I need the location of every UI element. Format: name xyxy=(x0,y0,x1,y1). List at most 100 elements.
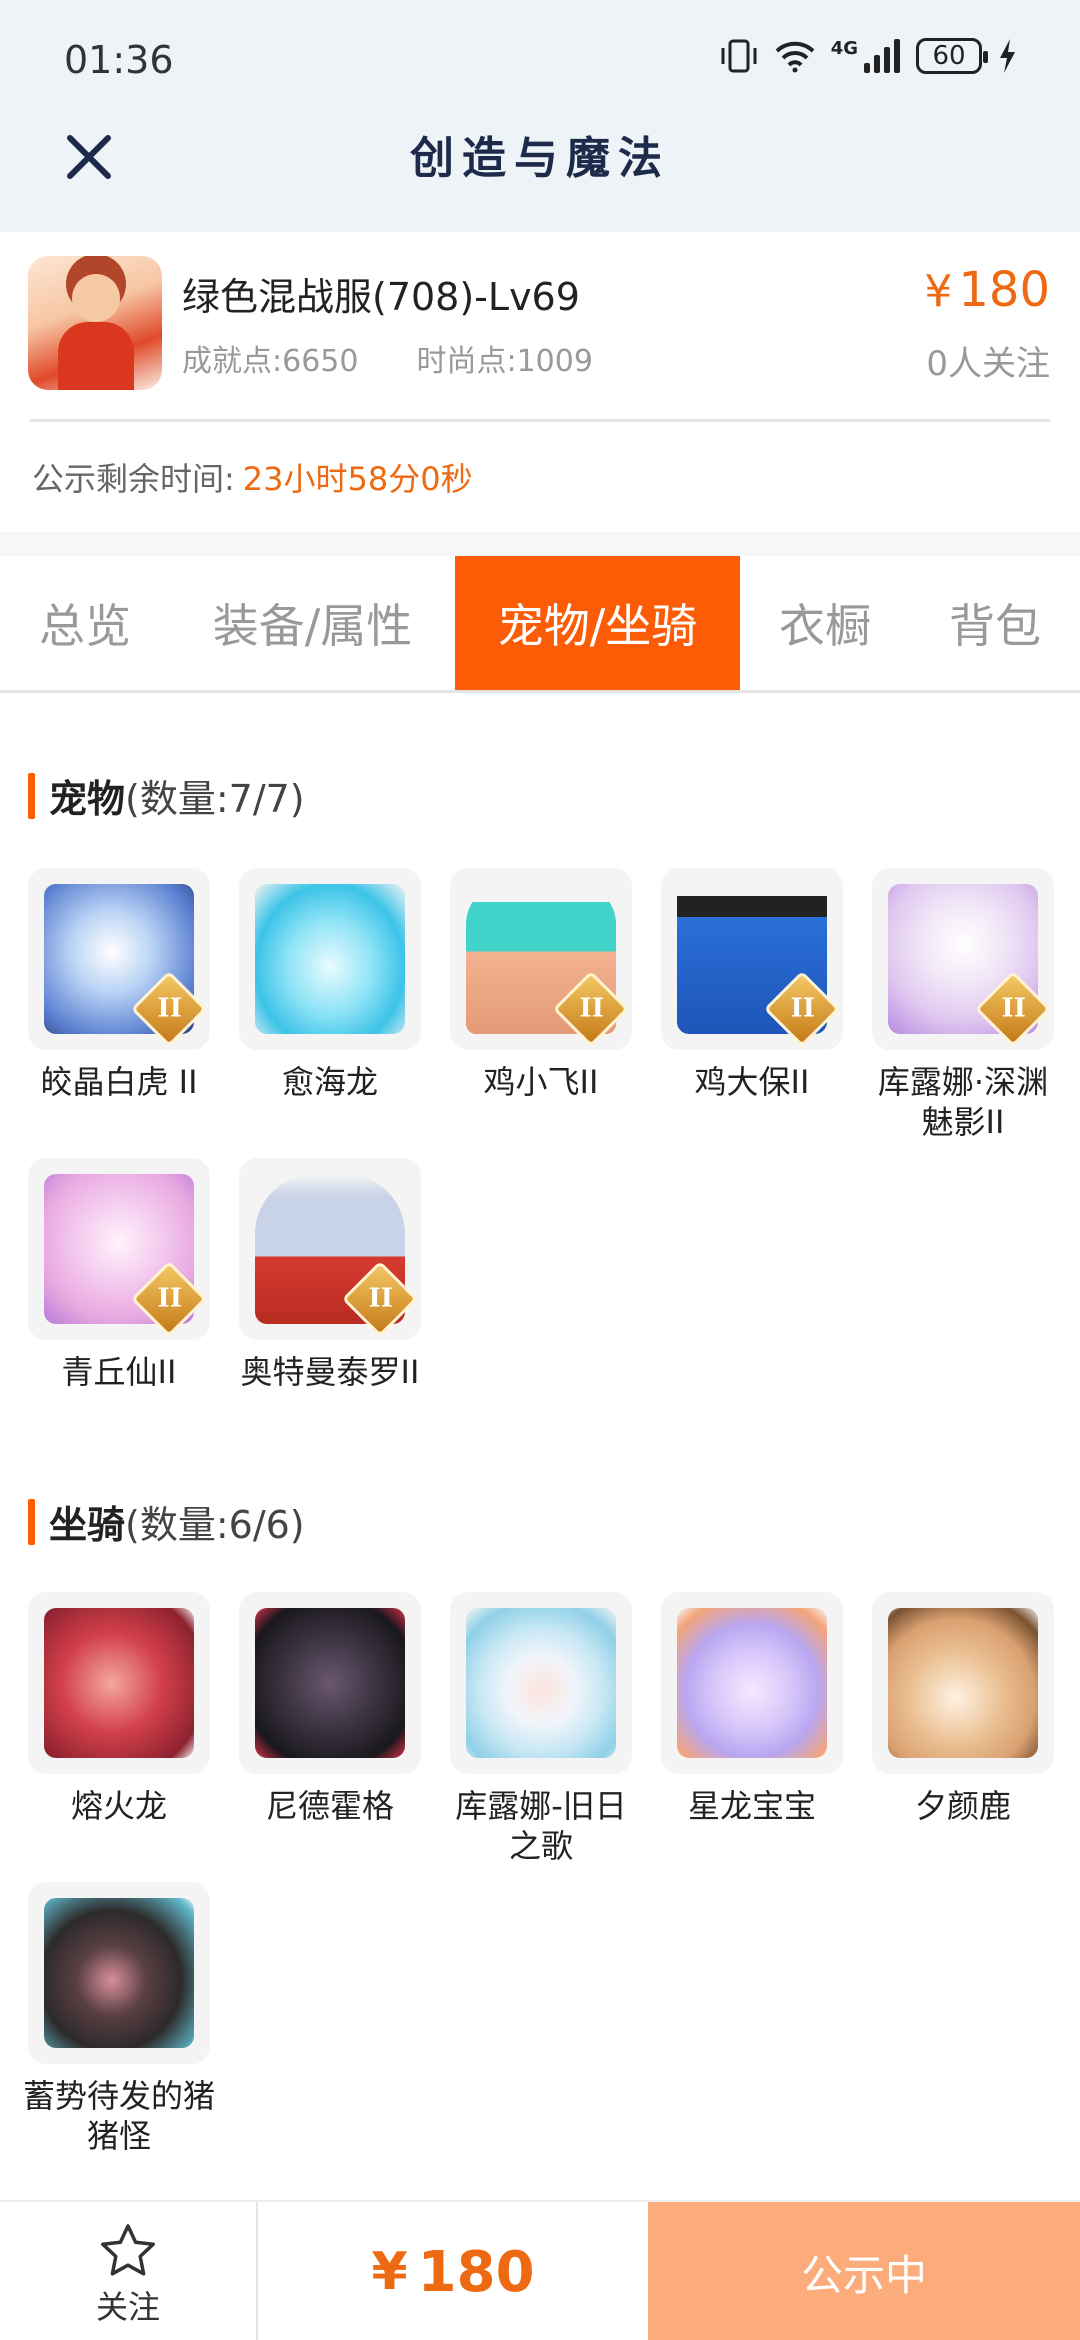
bottom-price: ¥180 xyxy=(258,2202,648,2340)
tab-label: 总览 xyxy=(39,599,131,653)
countdown: 公示剩余时间: 23小时58分0秒 xyxy=(32,454,473,500)
charging-icon xyxy=(1000,39,1015,73)
tab-equipment[interactable]: 装备/属性 xyxy=(170,556,455,690)
network-type: 4G xyxy=(830,38,858,59)
item-stats: 成就点:6650 时尚点:1009 xyxy=(182,336,593,380)
mount-thumbnail xyxy=(450,1592,632,1774)
pet-card[interactable]: II 鸡大保II xyxy=(661,868,843,1102)
mount-card[interactable]: 尼德霍格 xyxy=(239,1592,421,1826)
page-title: 创造与魔法 xyxy=(410,133,670,184)
countdown-value: 23小时58分0秒 xyxy=(242,460,473,498)
mount-card[interactable]: 星龙宝宝 xyxy=(661,1592,843,1826)
star-icon xyxy=(101,2224,155,2276)
pet-thumbnail: II xyxy=(450,868,632,1050)
pet-card[interactable]: II 鸡小飞II xyxy=(450,868,632,1102)
countdown-label: 公示剩余时间: xyxy=(32,460,235,498)
item-avatar xyxy=(28,256,162,390)
pet-card[interactable]: II 皎晶白虎 II xyxy=(28,868,210,1102)
pet-thumbnail: II xyxy=(872,868,1054,1050)
mount-name: 夕颜鹿 xyxy=(914,1787,1011,1825)
section-name: 坐骑 xyxy=(49,1503,126,1547)
tab-label: 衣橱 xyxy=(779,599,871,653)
status-time: 01:36 xyxy=(64,38,174,82)
currency-symbol: ¥ xyxy=(371,2242,408,2302)
achievement-points: 成就点:6650 xyxy=(182,344,359,379)
pet-thumbnail: II xyxy=(28,1158,210,1340)
tab-wardrobe[interactable]: 衣橱 xyxy=(740,556,910,690)
tab-bar: 总览 装备/属性 宠物/坐骑 衣橱 背包 xyxy=(0,556,1080,693)
mount-thumbnail xyxy=(872,1592,1054,1774)
pet-name: 愈海龙 xyxy=(281,1063,378,1101)
mount-card[interactable]: 库露娜-旧日之歌 xyxy=(450,1592,632,1866)
pet-card[interactable]: II 奥特曼泰罗II xyxy=(239,1158,421,1392)
mount-card[interactable]: 蓄势待发的猪猪怪 xyxy=(23,1882,215,2156)
mount-card[interactable]: 夕颜鹿 xyxy=(872,1592,1054,1826)
pet-thumbnail xyxy=(239,868,421,1050)
pet-card[interactable]: 愈海龙 xyxy=(239,868,421,1102)
divider xyxy=(30,419,1050,422)
section-name: 宠物 xyxy=(49,777,126,821)
signal-icon xyxy=(864,39,900,73)
pet-thumbnail: II xyxy=(661,868,843,1050)
vibrate-icon xyxy=(721,39,757,73)
mount-name: 尼德霍格 xyxy=(265,1787,394,1825)
mount-name: 星龙宝宝 xyxy=(687,1787,816,1825)
pet-thumbnail: II xyxy=(239,1158,421,1340)
bottom-action-bar: 关注 ¥180 公示中 xyxy=(0,2200,1080,2340)
section-accent-bar xyxy=(28,772,35,819)
pet-name: 库露娜·深渊魅影II xyxy=(877,1063,1049,1141)
tab-backpack[interactable]: 背包 xyxy=(910,556,1080,690)
tab-label: 装备/属性 xyxy=(212,599,413,653)
section-gap xyxy=(0,532,1080,556)
tab-pets-mounts[interactable]: 宠物/坐骑 xyxy=(455,556,740,690)
deer-icon xyxy=(888,1608,1038,1758)
mount-name: 熔火龙 xyxy=(70,1787,167,1825)
pet-card[interactable]: II 青丘仙II xyxy=(28,1158,210,1392)
pet-name: 青丘仙II xyxy=(61,1353,177,1391)
mount-thumbnail xyxy=(28,1592,210,1774)
status-icons: 4G 60 xyxy=(719,38,1016,74)
wifi-icon xyxy=(775,41,815,73)
public-notice-button[interactable]: 公示中 xyxy=(648,2202,1080,2340)
fire-dragon-icon xyxy=(44,1608,194,1758)
item-card: 绿色混战服(708)-Lv69 成就点:6650 时尚点:1009 ¥180 0… xyxy=(0,232,1080,532)
price-value: 180 xyxy=(417,2239,535,2305)
tab-label: 背包 xyxy=(949,599,1041,653)
pet-name: 奥特曼泰罗II xyxy=(240,1353,420,1391)
pig-icon xyxy=(44,1898,194,2048)
follower-count: 0人关注 xyxy=(926,344,1050,384)
pet-name: 鸡大保II xyxy=(694,1063,810,1101)
section-count: (数量:6/6) xyxy=(125,1503,305,1547)
star-dragon-icon xyxy=(677,1608,827,1758)
sea-dragon-icon xyxy=(255,884,405,1034)
item-price: ¥180 xyxy=(924,262,1050,318)
mount-name: 蓄势待发的猪猪怪 xyxy=(22,2077,215,2155)
battery-level: 60 xyxy=(932,41,966,71)
dark-dragon-icon xyxy=(255,1608,405,1758)
mount-thumbnail xyxy=(661,1592,843,1774)
battery-icon: 60 xyxy=(916,38,988,74)
mount-thumbnail xyxy=(239,1592,421,1774)
follow-button[interactable]: 关注 xyxy=(0,2202,258,2340)
currency-symbol: ¥ xyxy=(924,266,953,317)
mount-name: 库露娜-旧日之歌 xyxy=(455,1787,627,1865)
mount-card[interactable]: 熔火龙 xyxy=(28,1592,210,1826)
top-bar: 01:36 4G 60 创造与魔法 xyxy=(0,0,1080,232)
fashion-points: 时尚点:1009 xyxy=(416,344,593,379)
tab-overview[interactable]: 总览 xyxy=(0,556,170,690)
mount-thumbnail xyxy=(28,1882,210,2064)
pet-card[interactable]: II 库露娜·深渊魅影II xyxy=(872,868,1054,1142)
pet-name: 鸡小飞II xyxy=(483,1063,599,1101)
cloud-girl-icon xyxy=(466,1608,616,1758)
item-name: 绿色混战服(708)-Lv69 xyxy=(182,275,580,319)
pets-section-title: 宠物 (数量:7/7) xyxy=(28,768,305,823)
mounts-section-title: 坐骑 (数量:6/6) xyxy=(28,1494,305,1549)
status-label: 公示中 xyxy=(800,2250,927,2300)
pet-thumbnail: II xyxy=(28,868,210,1050)
section-count: (数量:7/7) xyxy=(125,777,305,821)
pet-name: 皎晶白虎 II xyxy=(40,1063,198,1101)
price-value: 180 xyxy=(958,262,1050,318)
tab-label: 宠物/坐骑 xyxy=(497,599,698,653)
follow-label: 关注 xyxy=(95,2288,160,2326)
section-accent-bar xyxy=(28,1498,35,1545)
